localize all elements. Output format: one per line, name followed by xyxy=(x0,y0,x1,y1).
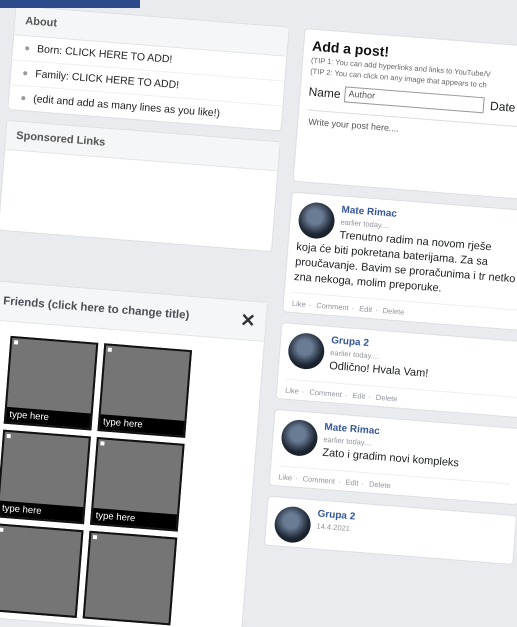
corner-marker xyxy=(13,340,19,345)
friend-caption[interactable]: type here xyxy=(0,500,84,523)
like-link[interactable]: Like xyxy=(278,472,292,482)
post-header: Mate Rimac earlier today.... Zato i grad… xyxy=(280,418,514,476)
corner-marker xyxy=(6,433,11,439)
bullet-icon xyxy=(23,71,28,76)
comment-link[interactable]: Comment xyxy=(302,474,335,486)
friend-caption[interactable]: type here xyxy=(5,406,91,429)
date-label: Date xyxy=(489,98,516,115)
friend-tile[interactable]: type here xyxy=(97,343,193,438)
friend-tile[interactable] xyxy=(82,530,178,626)
separator: · xyxy=(367,392,372,402)
post-card: Grupa 2 14.4.2021 xyxy=(263,495,517,566)
bullet-icon xyxy=(21,96,26,101)
friend-tile[interactable] xyxy=(0,523,84,618)
close-icon[interactable]: ✕ xyxy=(240,310,257,331)
corner-marker xyxy=(92,535,98,540)
right-column: Add a post! (TIP 1: You can add hyperlin… xyxy=(263,28,517,575)
name-label: Name xyxy=(308,84,342,102)
friend-caption[interactable]: type here xyxy=(92,507,178,530)
delete-link[interactable]: Delete xyxy=(376,393,398,404)
edit-link[interactable]: Edit xyxy=(359,305,373,315)
friend-tile[interactable]: type here xyxy=(89,436,185,532)
top-bar xyxy=(0,0,140,8)
friends-grid: type here type here type here type here xyxy=(0,320,264,627)
sponsored-card: Sponsored Links xyxy=(0,119,281,253)
comment-link[interactable]: Comment xyxy=(309,388,342,400)
separator: · xyxy=(351,303,355,314)
separator: · xyxy=(374,305,378,315)
comment-link[interactable]: Comment xyxy=(316,301,349,313)
separator: · xyxy=(361,478,365,489)
separator: · xyxy=(344,390,348,400)
friend-caption[interactable]: type here xyxy=(99,414,185,436)
post-header: Grupa 2 14.4.2021 xyxy=(273,505,507,559)
post-header: Grupa 2 earlier today.... Odlično! Hvala… xyxy=(286,332,517,389)
add-post-card: Add a post! (TIP 1: You can add hyperlin… xyxy=(292,28,517,202)
friend-tile[interactable]: type here xyxy=(3,335,99,431)
post-meta: Mate Rimac earlier today.... Zato i grad… xyxy=(322,422,462,471)
separator: · xyxy=(308,300,312,310)
avatar[interactable] xyxy=(286,332,326,371)
avatar[interactable] xyxy=(273,505,312,545)
corner-marker xyxy=(0,527,4,532)
post-time: 14.4.2021 xyxy=(316,521,351,534)
about-card: About Born: CLICK HERE TO ADD! Family: C… xyxy=(7,5,290,132)
post-meta: Grupa 2 earlier today.... Odlično! Hvala… xyxy=(329,335,431,382)
post-card: Grupa 2 earlier today.... Odlično! Hvala… xyxy=(275,322,517,419)
bullet-icon xyxy=(25,46,30,51)
page-background: About Born: CLICK HERE TO ADD! Family: C… xyxy=(0,0,517,627)
post-meta: Grupa 2 14.4.2021 xyxy=(315,509,356,548)
delete-link[interactable]: Delete xyxy=(382,306,404,317)
post-author[interactable]: Grupa 2 xyxy=(317,509,356,523)
corner-marker xyxy=(107,347,112,352)
separator: · xyxy=(301,387,305,397)
about-line-text: Born: CLICK HERE TO ADD! xyxy=(36,43,173,66)
corner-marker xyxy=(100,441,105,446)
post-card: Mate Rimac earlier today.... Trenutno ra… xyxy=(282,191,517,333)
friends-title[interactable]: Friends (click here to change title) xyxy=(3,295,190,322)
separator: · xyxy=(294,473,298,483)
name-field[interactable]: Author xyxy=(343,86,485,114)
like-link[interactable]: Like xyxy=(292,299,306,309)
edit-link[interactable]: Edit xyxy=(352,391,366,401)
avatar[interactable] xyxy=(280,418,319,458)
avatar[interactable] xyxy=(297,201,336,240)
edit-link[interactable]: Edit xyxy=(345,478,359,488)
left-column: About Born: CLICK HERE TO ADD! Family: C… xyxy=(0,5,290,627)
friends-card: Friends (click here to change title) ✕ t… xyxy=(0,280,269,627)
separator: · xyxy=(337,477,341,487)
delete-link[interactable]: Delete xyxy=(369,480,391,491)
post-textarea[interactable]: Write your post here.... xyxy=(302,109,517,190)
friend-tile[interactable]: type here xyxy=(0,429,91,525)
profile-page: About Born: CLICK HERE TO ADD! Family: C… xyxy=(0,0,517,627)
like-link[interactable]: Like xyxy=(285,386,299,396)
post-card: Mate Rimac earlier today.... Zato i grad… xyxy=(268,409,517,506)
